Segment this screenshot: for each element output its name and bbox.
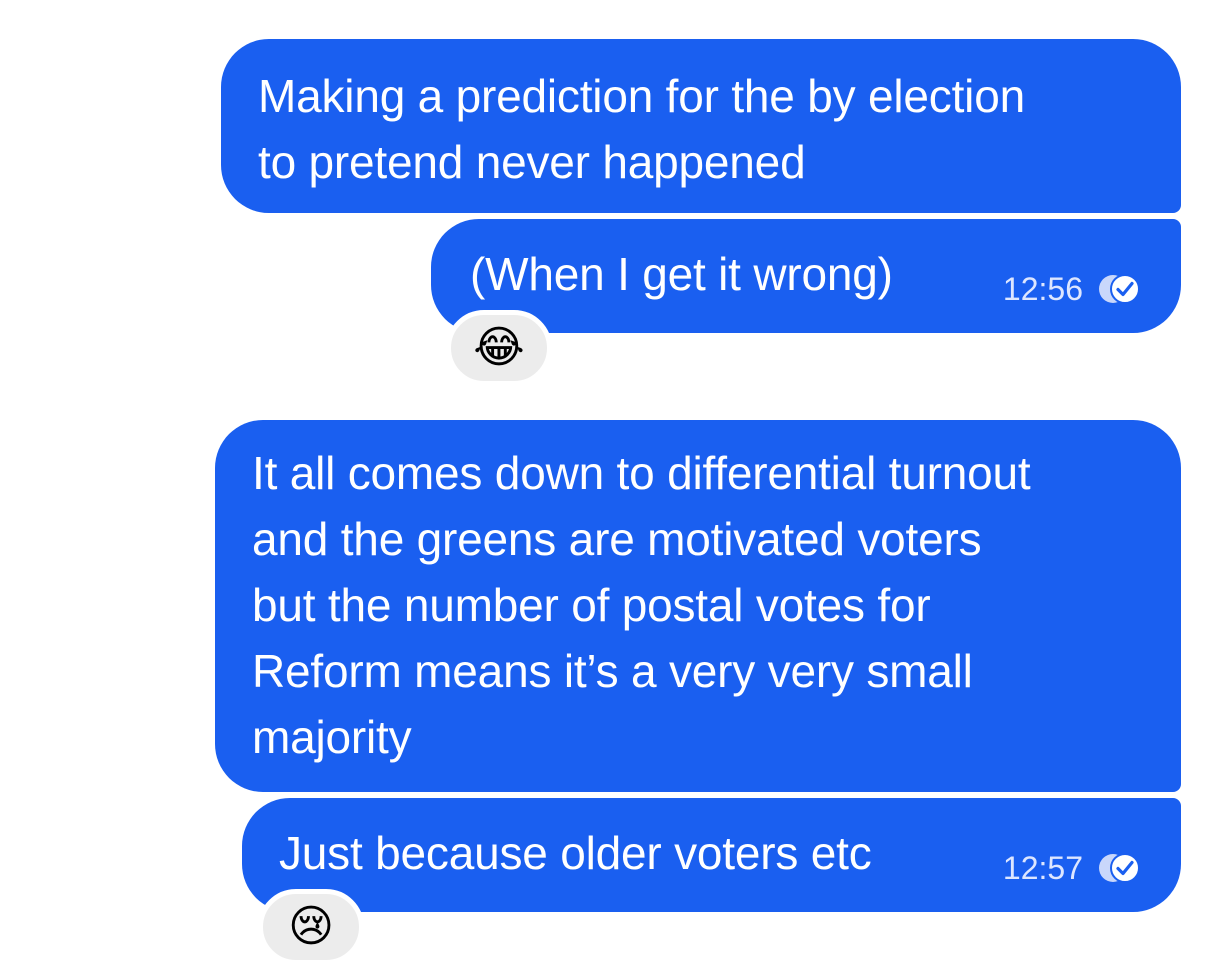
message-bubble[interactable]: Making a prediction for the by election … — [221, 39, 1181, 213]
message-time: 12:57 — [1002, 850, 1083, 886]
message-bubble[interactable]: Just because older voters etc 12:57 — [242, 798, 1181, 912]
message-time: 12:56 — [1002, 271, 1083, 307]
message-meta: 12:56 — [1003, 271, 1145, 307]
message-bubble[interactable]: It all comes down to differential turnou… — [215, 420, 1181, 792]
reaction-emoji: 😢 — [288, 902, 334, 951]
message-text: Making a prediction for the by election … — [258, 70, 1025, 188]
chat-thread: Making a prediction for the by election … — [0, 0, 1217, 964]
reaction-badge[interactable]: 😢 — [258, 889, 364, 964]
message-text: (When I get it wrong) — [470, 248, 893, 300]
reaction-emoji: 😂 — [473, 323, 525, 372]
message-text: Just because older voters etc — [279, 827, 872, 879]
double-check-read-icon — [1099, 274, 1140, 304]
reaction-badge[interactable]: 😂 — [446, 310, 552, 386]
message-meta: 12:57 — [1003, 850, 1145, 886]
message-text: It all comes down to differential turnou… — [252, 447, 1031, 763]
double-check-read-icon — [1099, 853, 1140, 883]
message-bubble[interactable]: (When I get it wrong) 12:56 — [431, 219, 1181, 333]
